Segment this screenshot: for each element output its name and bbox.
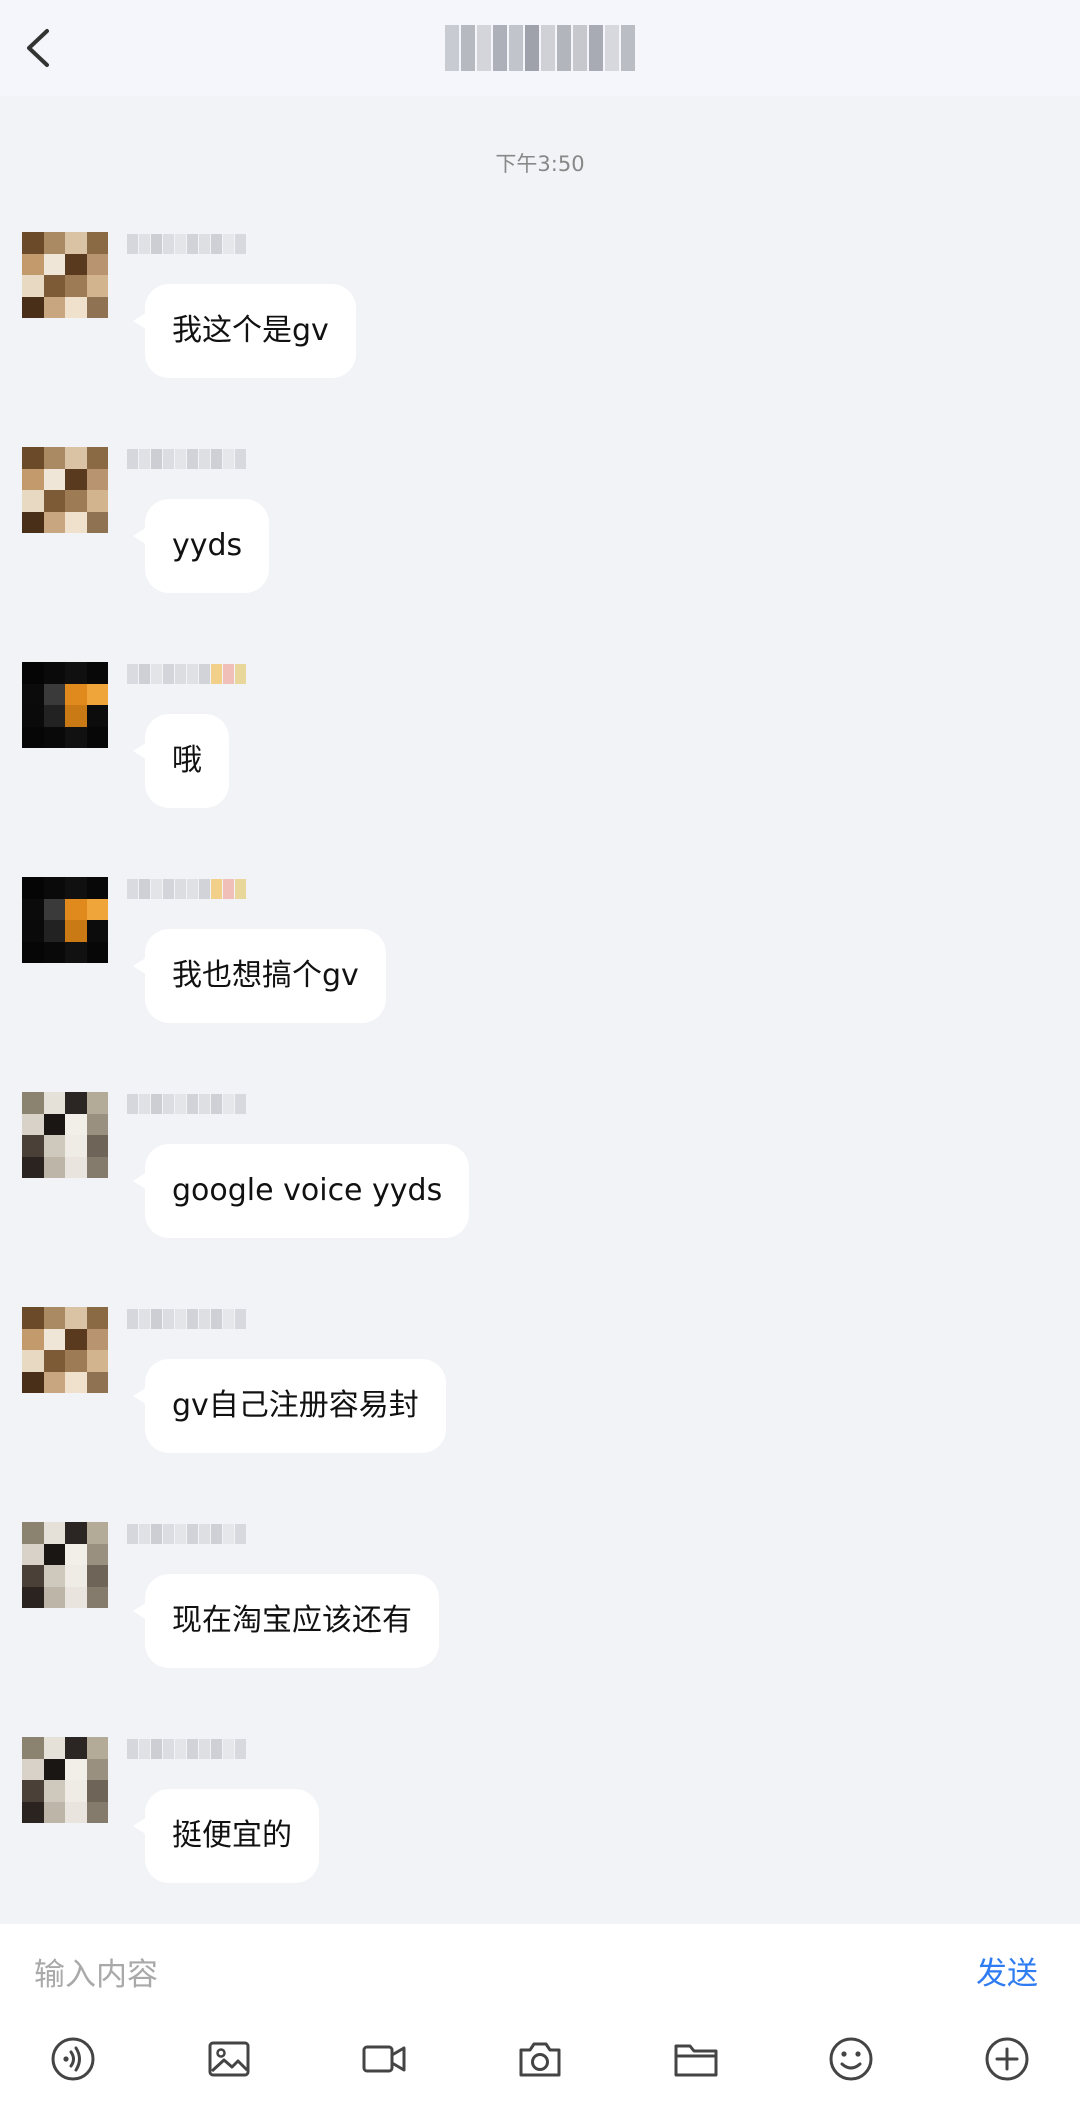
message-timestamp: 下午3:50: [495, 152, 585, 176]
message-bubble[interactable]: gv自己注册容易封: [133, 1359, 446, 1453]
message-row: yyds: [0, 447, 1080, 647]
message-bubble[interactable]: 现在淘宝应该还有: [133, 1574, 439, 1668]
message-row: 挺便宜的: [0, 1737, 1080, 1937]
emoji-button[interactable]: [816, 2024, 886, 2094]
sender-name-obscured: [127, 449, 246, 471]
avatar[interactable]: [22, 1737, 108, 1823]
back-button[interactable]: [14, 20, 62, 76]
chat-header: [0, 0, 1080, 96]
sender-name-obscured: [127, 1739, 246, 1761]
composer-toolbar: [0, 2024, 1080, 2094]
folder-button[interactable]: [661, 2024, 731, 2094]
message-bubble[interactable]: google voice yyds: [132, 1144, 470, 1238]
avatar[interactable]: [22, 1522, 108, 1608]
composer-bar: 发送: [0, 1924, 1080, 2108]
sender-name-obscured: [127, 1524, 246, 1546]
sender-name-obscured: [127, 664, 246, 686]
plus-circle-icon: [985, 2037, 1029, 2081]
sender-name-obscured: [127, 234, 246, 256]
message-row: gv自己注册容易封: [0, 1307, 1080, 1507]
emoji-icon: [829, 2037, 873, 2081]
message-row: google voice yyds: [0, 1092, 1080, 1292]
message-row: 现在淘宝应该还有: [0, 1522, 1080, 1722]
message-row: 我也想搞个gv: [0, 877, 1080, 1077]
message-input[interactable]: [32, 1936, 936, 2014]
video-button[interactable]: [349, 2024, 419, 2094]
avatar[interactable]: [22, 1307, 108, 1393]
avatar[interactable]: [22, 232, 108, 318]
sender-name-obscured: [127, 879, 246, 901]
avatar[interactable]: [22, 1092, 108, 1178]
chevron-left-icon: [27, 29, 49, 67]
video-icon: [362, 2045, 406, 2073]
folder-icon: [674, 2044, 718, 2077]
image-button[interactable]: [194, 2024, 264, 2094]
more-button[interactable]: [972, 2024, 1042, 2094]
image-icon: [208, 2041, 250, 2077]
message-bubble[interactable]: 哦: [133, 714, 229, 808]
camera-icon: [519, 2042, 561, 2077]
message-row: 我这个是gv: [0, 232, 1080, 432]
avatar[interactable]: [22, 662, 108, 748]
chat-title-obscured: [445, 25, 635, 71]
avatar[interactable]: [22, 447, 108, 533]
message-bubble[interactable]: 我这个是gv: [133, 284, 356, 378]
camera-button[interactable]: [505, 2024, 575, 2094]
voice-button[interactable]: [38, 2024, 108, 2094]
sender-name-obscured: [127, 1094, 246, 1116]
send-button[interactable]: 发送: [976, 1946, 1038, 2002]
voice-icon: [51, 2037, 95, 2081]
message-bubble[interactable]: 挺便宜的: [133, 1789, 319, 1883]
message-bubble[interactable]: 我也想搞个gv: [133, 929, 386, 1023]
message-row: 哦: [0, 662, 1080, 862]
avatar[interactable]: [22, 877, 108, 963]
sender-name-obscured: [127, 1309, 246, 1331]
message-bubble[interactable]: yyds: [132, 499, 270, 593]
